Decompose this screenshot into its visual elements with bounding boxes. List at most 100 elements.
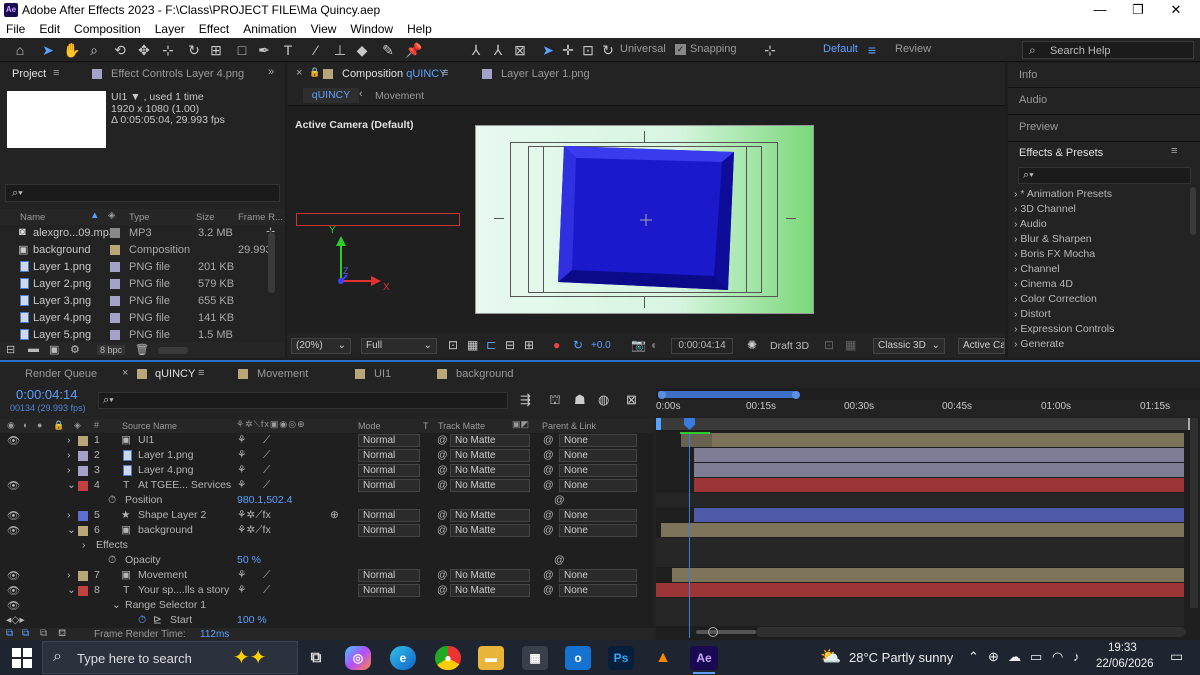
world-axis-icon[interactable]: ⅄ bbox=[488, 41, 508, 59]
pickwhip-icon[interactable]: @ bbox=[437, 524, 448, 536]
comp-viewer[interactable]: Active Camera (Default) Y X Z bbox=[287, 106, 1005, 333]
clone-stamp-icon[interactable]: ⊥ bbox=[330, 41, 350, 59]
mode-dropdown[interactable]: Normal bbox=[358, 434, 420, 447]
label-swatch[interactable] bbox=[110, 228, 120, 238]
toggle-in-out-icon[interactable]: ⧉ bbox=[40, 628, 47, 639]
tab-composition[interactable]: Composition qUINCY bbox=[342, 68, 447, 80]
clock-time[interactable]: 19:33 bbox=[1108, 642, 1137, 654]
menu-effect[interactable]: Effect bbox=[199, 22, 229, 36]
interpret-footage-icon[interactable]: ⊟ bbox=[6, 343, 15, 356]
quality-switch-icon[interactable]: ⟋ bbox=[263, 464, 270, 477]
quality-switch-icon[interactable]: ⟋ bbox=[263, 584, 270, 597]
pen-tool-icon[interactable]: ✒ bbox=[254, 41, 274, 59]
label-swatch[interactable] bbox=[110, 245, 120, 255]
effects-scrollbar[interactable] bbox=[1190, 187, 1196, 235]
quality-switch-icon[interactable]: ⟋ bbox=[263, 569, 270, 582]
chrome-icon[interactable]: ● bbox=[435, 646, 461, 670]
layer-row[interactable]: 👁 ⌄ 6 ▣ background ⚘✲⟋fx Normal @ No Matt… bbox=[0, 523, 654, 538]
workspace-menu-icon[interactable]: ≡ bbox=[862, 41, 882, 59]
list-item[interactable]: ▣ background Composition 29.993 bbox=[0, 242, 285, 258]
col-parent[interactable]: Parent & Link bbox=[542, 421, 596, 431]
eye-icon[interactable]: 👁 bbox=[7, 599, 20, 612]
exposure-value[interactable]: +0.0 bbox=[591, 340, 611, 351]
expand-icon[interactable]: › bbox=[67, 464, 71, 476]
after-effects-icon[interactable]: Ae bbox=[690, 646, 718, 670]
col-size[interactable]: Size bbox=[196, 212, 214, 223]
list-item[interactable]: Layer 5.png PNG file 1.5 MB bbox=[0, 327, 285, 343]
draft-3d-label[interactable]: Draft 3D bbox=[770, 340, 809, 352]
photoshop-icon[interactable]: Ps bbox=[608, 646, 634, 670]
timeline-horizontal-scrollbar[interactable] bbox=[756, 627, 1186, 637]
restore-icon[interactable]: ❐ bbox=[1124, 1, 1152, 19]
property-row[interactable]: ◂◇▸ ⏱ ⊵ Start 100 % bbox=[0, 613, 654, 628]
effects-group-row[interactable]: › Effects bbox=[0, 538, 654, 553]
bpc-button[interactable]: 8 bpc bbox=[97, 345, 126, 355]
list-item[interactable]: Layer 4.png PNG file 141 KB bbox=[0, 310, 285, 326]
parent-dropdown[interactable]: None bbox=[559, 464, 637, 477]
pickwhip-icon[interactable]: @ bbox=[543, 509, 554, 521]
zoom-slider-handle[interactable] bbox=[708, 627, 718, 637]
weather-icon[interactable]: ⛅ bbox=[820, 647, 841, 667]
tab-quincy[interactable]: qUINCY bbox=[155, 368, 195, 380]
project-settings-icon[interactable]: ⚙ bbox=[70, 343, 80, 356]
sort-up-icon[interactable]: ▲ bbox=[90, 210, 99, 221]
new-comp-icon[interactable]: ▣ bbox=[49, 343, 59, 356]
quality-switch-icon[interactable]: ⟋ bbox=[263, 479, 270, 492]
collapse-icon[interactable]: ⌄ bbox=[67, 479, 76, 491]
parent-dropdown[interactable]: None bbox=[559, 569, 637, 582]
timeline-current-time[interactable]: 0:00:04:14 bbox=[16, 387, 77, 402]
pickwhip-icon[interactable]: @ bbox=[543, 464, 554, 476]
3d-rotate-icon[interactable]: ↻ bbox=[598, 41, 618, 59]
type-tool-icon[interactable]: T bbox=[278, 41, 298, 59]
stopwatch-icon[interactable]: ⏱ bbox=[108, 494, 116, 507]
collapse-icon[interactable]: ⌄ bbox=[112, 599, 121, 611]
rotate-tool-icon[interactable]: ↻ bbox=[184, 41, 204, 59]
col-frame-rate[interactable]: Frame R... bbox=[238, 212, 283, 223]
parent-dropdown[interactable]: None bbox=[559, 584, 637, 597]
tab-movement[interactable]: Movement bbox=[257, 368, 308, 380]
view-dropdown[interactable]: Active Ca bbox=[958, 338, 1005, 354]
layer-row[interactable]: 👁 ⌄ 8 T Your sp....lls a story ⚘ ⟋ Normal … bbox=[0, 583, 654, 598]
layer-row[interactable]: › 3 Layer 4.png ⚘ ⟋ Normal @ No Matte @ N… bbox=[0, 463, 654, 478]
work-area-bar[interactable] bbox=[658, 391, 798, 398]
snap-options-icon[interactable]: ⊹ bbox=[760, 41, 780, 59]
shy-switch-icon[interactable]: ⚘ bbox=[237, 569, 246, 581]
label-swatch[interactable] bbox=[78, 571, 88, 581]
col-type[interactable]: Type bbox=[129, 212, 150, 223]
col-name[interactable]: Name bbox=[20, 212, 45, 223]
tab-effects-presets[interactable]: Effects & Presets bbox=[1019, 147, 1103, 159]
text-layer-bounds[interactable] bbox=[296, 213, 460, 226]
layer-row[interactable]: 👁 › 1 ▣ UI1 ⚘ ⟋ Normal @ No Matte @ None bbox=[0, 433, 654, 448]
graph-icon[interactable]: ⊵ bbox=[153, 614, 162, 626]
notification-icon[interactable]: ▭ bbox=[1170, 648, 1183, 665]
outlook-icon[interactable]: o bbox=[565, 646, 591, 670]
property-row[interactable]: ⏱ Position 980.1,502.4 @ bbox=[0, 493, 654, 508]
close-tab-icon[interactable]: × bbox=[296, 67, 302, 79]
menu-view[interactable]: View bbox=[311, 22, 337, 36]
transparency-grid-icon[interactable]: ▦ bbox=[467, 338, 478, 352]
breadcrumb-movement[interactable]: Movement bbox=[375, 90, 424, 102]
col-mode[interactable]: Mode bbox=[358, 421, 381, 431]
pickwhip-icon[interactable]: @ bbox=[437, 449, 448, 461]
project-search-input[interactable]: ⌕▾ bbox=[5, 184, 280, 202]
snapping-checkbox[interactable]: ✓ bbox=[675, 44, 686, 55]
shy-switch-icon[interactable]: ⚘ bbox=[237, 449, 246, 461]
pickwhip-icon[interactable]: @ bbox=[437, 479, 448, 491]
layer-name[interactable]: Your sp....lls a story bbox=[138, 584, 229, 596]
eye-icon[interactable]: 👁 bbox=[7, 434, 20, 447]
menu-composition[interactable]: Composition bbox=[74, 22, 141, 36]
hand-tool-icon[interactable]: ✋ bbox=[62, 41, 82, 59]
time-ruler[interactable]: 0:00s 00:15s 00:30s 00:45s 01:00s 01:15s bbox=[656, 400, 1200, 418]
layer-bar-movement[interactable] bbox=[672, 568, 1184, 582]
effects-menu-icon[interactable]: ≡ bbox=[1171, 145, 1177, 157]
pan-camera-icon[interactable]: ✥ bbox=[134, 41, 154, 59]
menu-window[interactable]: Window bbox=[350, 22, 393, 36]
region-of-interest-icon[interactable]: ⊟ bbox=[505, 338, 515, 352]
property-value[interactable]: 50 % bbox=[237, 554, 261, 566]
draft-3d-icon[interactable]: ✺ bbox=[747, 338, 757, 352]
range-selector-row[interactable]: 👁 ⌄ Range Selector 1 bbox=[0, 598, 654, 613]
list-item[interactable]: Layer 3.png PNG file 655 KB bbox=[0, 293, 285, 309]
minimize-icon[interactable]: — bbox=[1086, 1, 1114, 19]
3d-scale-icon[interactable]: ⊡ bbox=[578, 41, 598, 59]
effect-category[interactable]: › Channel bbox=[1014, 263, 1060, 275]
